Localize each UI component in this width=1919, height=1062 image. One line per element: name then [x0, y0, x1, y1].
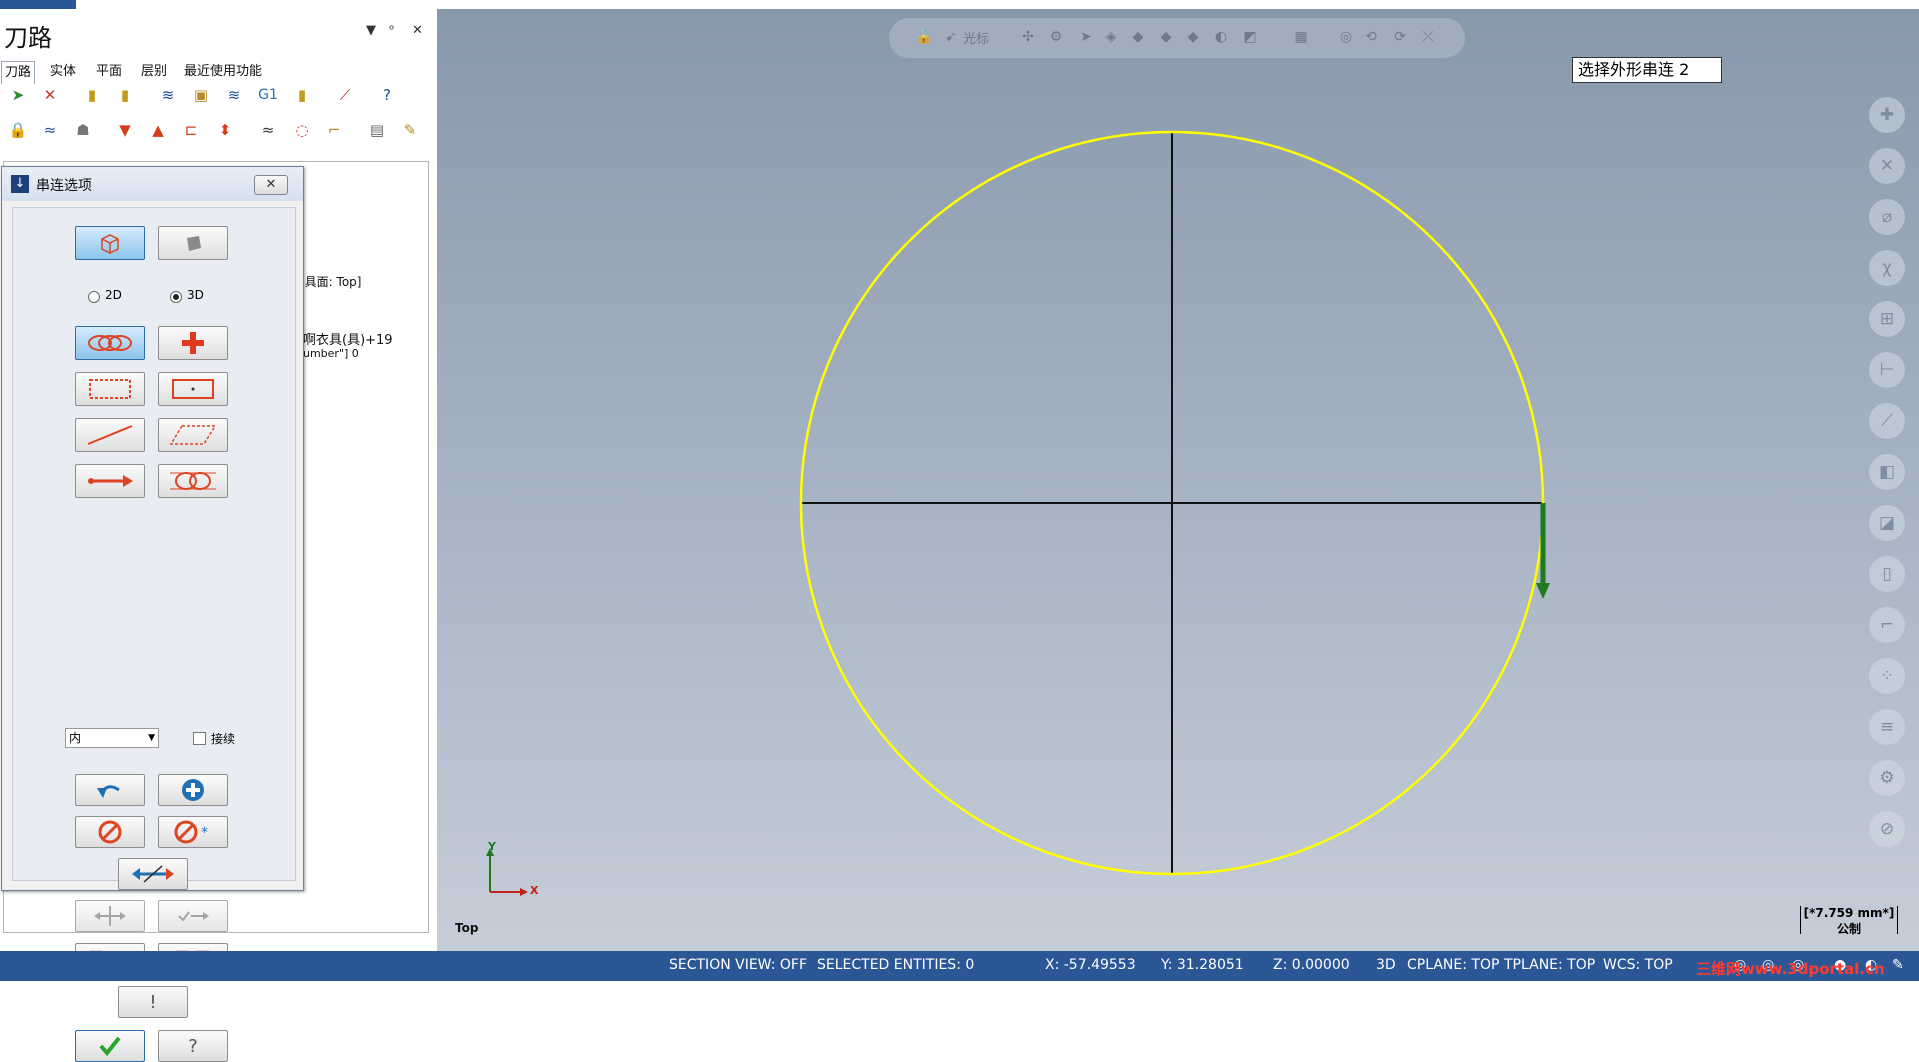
axis-y-label: Y: [488, 840, 496, 853]
checkmark-icon: [99, 1036, 121, 1057]
axis-x-label: X: [530, 884, 539, 897]
cplane-status[interactable]: CPLANE: TOP: [1407, 957, 1499, 973]
scale-indicator: [*7.759 mm*] 公制: [1800, 906, 1898, 936]
wcs-status[interactable]: WCS: TOP: [1603, 957, 1673, 973]
status-bar: SECTION VIEW: OFF SELECTED ENTITIES: 0 X…: [0, 951, 1919, 981]
chain-prompt-box: 选择外形串连 2: [1572, 57, 1722, 83]
diameter-icon[interactable]: ⌀: [1869, 199, 1905, 235]
ok-button[interactable]: [75, 1030, 145, 1062]
dimension-icon[interactable]: ⊢: [1869, 352, 1905, 388]
cross-icon[interactable]: ✕: [1869, 148, 1905, 184]
view-name-label: Top: [455, 921, 479, 935]
curve-icon[interactable]: χ: [1869, 250, 1905, 286]
watermark-text: 三维网www.3dportal.cn: [1696, 960, 1885, 978]
options-button[interactable]: !: [118, 986, 188, 1018]
exclamation-icon: !: [149, 991, 157, 1013]
page-icon[interactable]: ▯: [1869, 556, 1905, 592]
geometry-layer: [486, 130, 1550, 896]
dots-grid-icon[interactable]: ⁘: [1869, 658, 1905, 694]
measure-icon[interactable]: ⟋: [1869, 403, 1905, 439]
section-view-status[interactable]: SECTION VIEW: OFF: [669, 957, 807, 973]
settings-gear-icon[interactable]: ⚙: [1869, 760, 1905, 796]
y-coordinate: Y: 31.28051: [1161, 957, 1244, 973]
bracket-icon[interactable]: ⌐: [1869, 607, 1905, 643]
x-coordinate: X: -57.49553: [1045, 957, 1136, 973]
cancel-icon[interactable]: ⊘: [1869, 811, 1905, 847]
selected-entities-status: SELECTED ENTITIES: 0: [817, 957, 975, 973]
scale-unit: 公制: [1836, 922, 1861, 936]
question-icon: ?: [188, 1035, 198, 1057]
tplane-status[interactable]: TPLANE: TOP: [1504, 957, 1595, 973]
solid-icon[interactable]: ◧: [1869, 454, 1905, 490]
transform-icon[interactable]: ◪: [1869, 505, 1905, 541]
layers-icon[interactable]: ≡: [1869, 709, 1905, 745]
mode-3d-toggle[interactable]: 3D: [1376, 957, 1396, 973]
help-button[interactable]: ?: [158, 1030, 228, 1062]
scale-value: [*7.759 mm*]: [1803, 906, 1895, 920]
add-icon[interactable]: ✚: [1869, 97, 1905, 133]
grid-icon[interactable]: ⊞: [1869, 301, 1905, 337]
pen-icon[interactable]: ✎: [1892, 957, 1904, 973]
chain-arrowhead: [1536, 583, 1550, 599]
z-coordinate[interactable]: Z: 0.00000: [1273, 957, 1350, 973]
axis-x-arrowhead: [520, 888, 528, 896]
